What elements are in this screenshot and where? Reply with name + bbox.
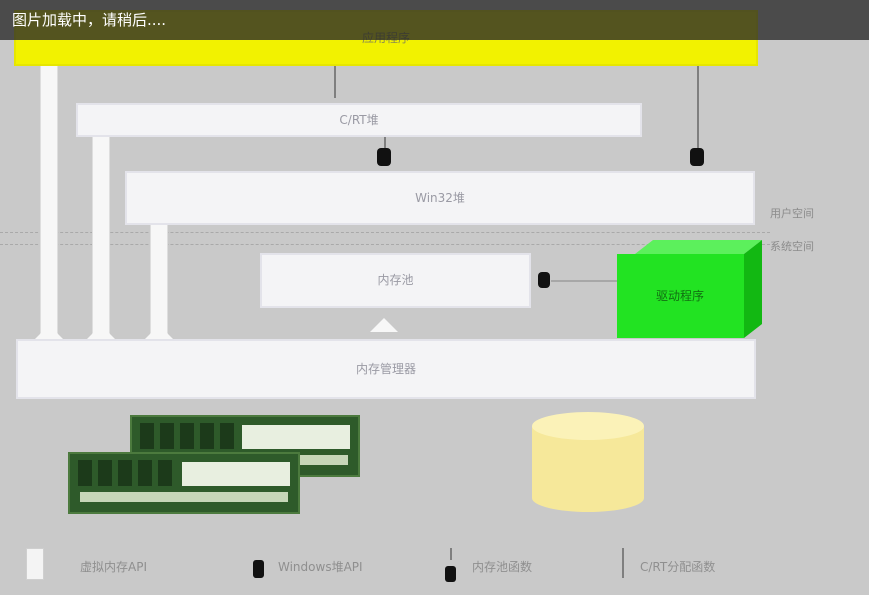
legend-label: C/RT分配函数 [640, 560, 716, 574]
legend-arrow-pipe-icon [26, 548, 44, 580]
heap-api-plug-icon [377, 148, 391, 166]
legend-label: 内存池函数 [472, 560, 533, 574]
pool-call-plug-icon [538, 272, 550, 288]
memory-manager-block: 内存管理器 [16, 339, 756, 399]
virtual-memory-pipe [40, 66, 58, 339]
user-space-label: 用户空间 [770, 207, 814, 220]
disk-cylinder-icon [532, 412, 644, 512]
legend-line-icon [450, 548, 452, 560]
driver-label: 驱动程序 [656, 288, 704, 303]
legend-plug-icon [445, 566, 456, 582]
loading-banner: 图片加载中，请稍后.... [0, 0, 869, 40]
legend-label: 虚拟内存API [80, 560, 147, 574]
legend-line-icon [622, 548, 624, 578]
arrow-head-icon [145, 325, 173, 339]
virtual-memory-pipe [150, 225, 168, 339]
heap-call-line [697, 66, 699, 152]
arrow-head-icon [87, 325, 115, 339]
kernel-pool-block: 内存池 [260, 253, 531, 308]
crt-heap-block: C/RT堆 [76, 103, 642, 137]
ram-module-icon [68, 452, 300, 514]
legend-label: Windows堆API [278, 560, 363, 574]
driver-cube: 驱动程序 [617, 240, 762, 338]
heap-api-plug-icon [690, 148, 704, 166]
driver-connector-line [551, 280, 621, 282]
virtual-memory-pipe [92, 137, 110, 339]
legend-plug-icon [253, 560, 264, 578]
system-space-label: 系统空间 [770, 240, 814, 253]
win32-heap-block: Win32堆 [125, 171, 755, 225]
crt-call-line [334, 66, 336, 98]
arrow-head-icon [370, 318, 398, 332]
arrow-head-icon [35, 325, 63, 339]
user-space-boundary [0, 232, 770, 233]
